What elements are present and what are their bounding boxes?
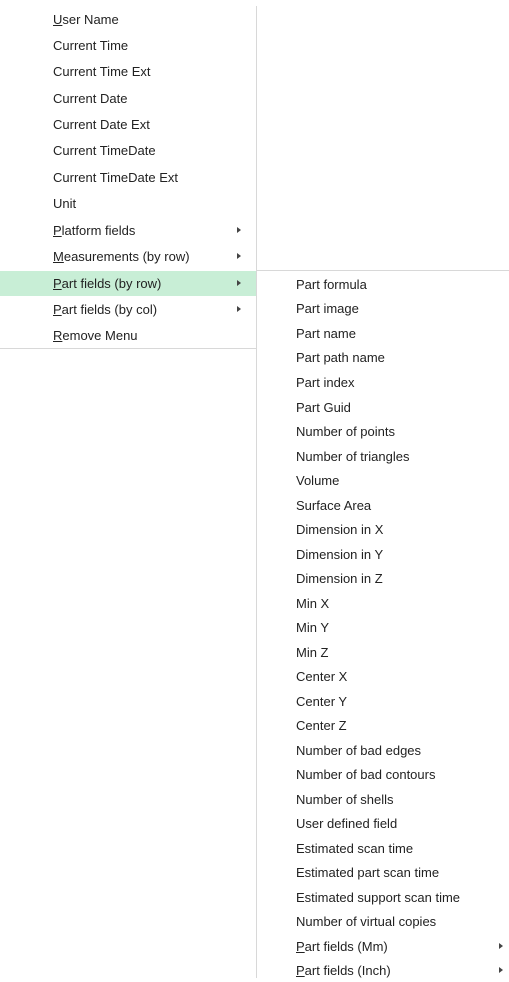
menu-item-unit[interactable]: Unit [0,191,256,216]
submenu-item-part-image[interactable]: Part image [257,296,509,320]
submenu-item-label: Dimension in Z [296,570,383,586]
menu-item-platform-fields[interactable]: Platform fields [0,218,256,243]
submenu-item-label: Dimension in X [296,521,384,537]
chevron-right-icon [499,967,503,973]
menu-item-current-time-ext[interactable]: Current Time Ext [0,59,256,84]
submenu-item-dimension-in-x[interactable]: Dimension in X [257,517,509,541]
submenu-item-part-formula[interactable]: Part formula [257,272,509,296]
menu-item-part-fields-by-row[interactable]: Part fields (by row) [0,271,256,296]
chevron-right-icon [237,306,241,312]
menu-item-label: Current Time [53,38,129,53]
submenu-item-number-of-bad-edges[interactable]: Number of bad edges [257,738,509,762]
submenu-item-center-y[interactable]: Center Y [257,689,509,713]
menu-item-label: Platform fields [53,223,136,238]
menu-item-label: Current Date Ext [53,117,150,132]
submenu-item-min-x[interactable]: Min X [257,591,509,615]
submenu-item-label: Center Z [296,717,347,733]
menu-item-remove-menu[interactable]: Remove Menu [0,323,256,348]
submenu-item-label: Number of points [296,423,395,439]
submenu-item-label: Volume [296,472,340,488]
submenu-item-label: Part image [296,300,359,316]
submenu-item-label: Estimated part scan time [296,864,440,880]
context-menu: User Name Current Time Current Time Ext … [0,6,257,350]
submenu-item-part-index[interactable]: Part index [257,370,509,394]
submenu-item-number-of-shells[interactable]: Number of shells [257,787,509,811]
submenu-item-label: Part fields (Mm) [296,938,388,954]
submenu-item-estimated-part-scan-time[interactable]: Estimated part scan time [257,860,509,884]
submenu-item-label: Min X [296,595,330,611]
submenu-item-label: Center X [296,668,348,684]
menu-item-label: User Name [53,12,119,27]
submenu-item-label: Part Guid [296,399,351,415]
chevron-right-icon [499,943,503,949]
submenu-item-label: Number of bad contours [296,766,436,782]
menu-bottom-border [0,348,256,349]
submenu-item-estimated-scan-time[interactable]: Estimated scan time [257,836,509,860]
menu-item-label: Unit [53,196,77,211]
menu-item-current-time[interactable]: Current Time [0,33,256,58]
submenu-item-label: Part formula [296,276,367,292]
submenu-item-dimension-in-z[interactable]: Dimension in Z [257,566,509,590]
submenu-item-min-z[interactable]: Min Z [257,640,509,664]
submenu-item-part-fields-inch[interactable]: Part fields (Inch) [257,958,509,982]
submenu-item-label: Number of triangles [296,448,410,464]
menu-item-label: Remove Menu [53,328,138,343]
submenu-item-label: Surface Area [296,497,372,513]
menu-divider-vertical [256,6,257,272]
submenu-item-volume[interactable]: Volume [257,468,509,492]
menu-item-user-name[interactable]: User Name [0,7,256,32]
submenu-item-number-of-bad-contours[interactable]: Number of bad contours [257,762,509,786]
submenu-item-label: User defined field [296,815,398,831]
submenu-part-fields-by-row: Part formula Part image Part name Part p… [256,270,509,978]
submenu-item-label: Number of shells [296,791,394,807]
submenu-item-part-name[interactable]: Part name [257,321,509,345]
submenu-item-dimension-in-y[interactable]: Dimension in Y [257,542,509,566]
chevron-right-icon [237,227,241,233]
submenu-item-label: Center Y [296,693,348,709]
menu-item-measurements-by-row[interactable]: Measurements (by row) [0,244,256,269]
menu-item-current-timedate-ext[interactable]: Current TimeDate Ext [0,165,256,190]
menu-item-label: Measurements (by row) [53,249,190,264]
submenu-item-number-of-triangles[interactable]: Number of triangles [257,444,509,468]
menu-item-label: Part fields (by row) [53,276,162,291]
submenu-item-label: Number of bad edges [296,742,422,758]
submenu-item-label: Min Y [296,619,329,635]
menu-item-label: Current TimeDate [53,143,156,158]
submenu-item-label: Dimension in Y [296,546,384,562]
menu-item-label: Current TimeDate Ext [53,170,178,185]
submenu-item-label: Part fields (Inch) [296,962,391,978]
submenu-item-center-z[interactable]: Center Z [257,713,509,737]
submenu-item-estimated-support-scan-time[interactable]: Estimated support scan time [257,885,509,909]
menu-item-part-fields-by-col[interactable]: Part fields (by col) [0,297,256,322]
submenu-item-part-fields-mm[interactable]: Part fields (Mm) [257,934,509,958]
chevron-right-icon [237,280,241,286]
submenu-item-label: Part name [296,325,356,341]
submenu-item-min-y[interactable]: Min Y [257,615,509,639]
menu-item-label: Part fields (by col) [53,302,158,317]
menu-item-current-timedate[interactable]: Current TimeDate [0,138,256,163]
submenu-item-number-of-virtual-copies[interactable]: Number of virtual copies [257,909,509,933]
submenu-item-label: Part index [296,374,355,390]
submenu-item-label: Estimated scan time [296,840,414,856]
submenu-item-surface-area[interactable]: Surface Area [257,493,509,517]
submenu-item-label: Part path name [296,349,385,365]
menu-item-label: Current Time Ext [53,64,151,79]
menu-item-current-date-ext[interactable]: Current Date Ext [0,112,256,137]
submenu-item-label: Estimated support scan time [296,889,461,905]
chevron-right-icon [237,253,241,259]
submenu-item-center-x[interactable]: Center X [257,664,509,688]
submenu-item-part-guid[interactable]: Part Guid [257,395,509,419]
submenu-item-part-path-name[interactable]: Part path name [257,345,509,369]
submenu-item-number-of-points[interactable]: Number of points [257,419,509,443]
submenu-item-user-defined-field[interactable]: User defined field [257,811,509,835]
submenu-item-label: Min Z [296,644,329,660]
menu-item-current-date[interactable]: Current Date [0,86,256,111]
menu-item-label: Current Date [53,91,128,106]
submenu-item-label: Number of virtual copies [296,913,437,929]
